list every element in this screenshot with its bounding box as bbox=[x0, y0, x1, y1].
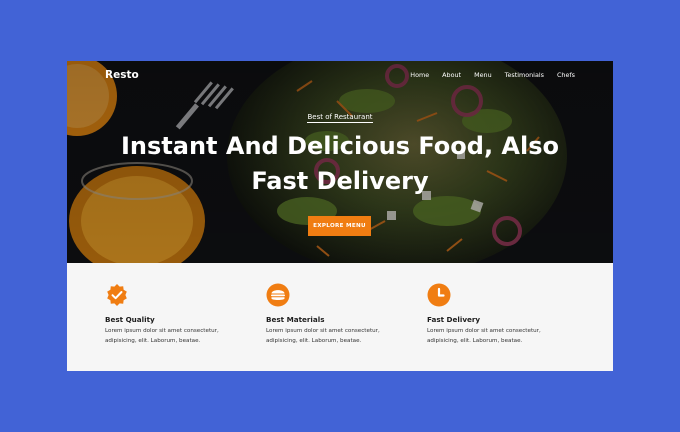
feature-fast-delivery: Fast Delivery Lorem ipsum dolor sit amet… bbox=[427, 283, 577, 346]
nav-menu: Home About Menu Testimonials Chefs bbox=[410, 71, 575, 79]
explore-menu-button[interactable]: EXPLORE MENU bbox=[308, 216, 371, 236]
top-nav: Resto Home About Menu Testimonials Chefs bbox=[67, 61, 613, 91]
feature-title: Fast Delivery bbox=[427, 315, 481, 324]
hero-eyebrow-text: Best of Restaurant bbox=[307, 113, 373, 123]
feature-description: Lorem ipsum dolor sit amet consectetur, … bbox=[266, 328, 380, 344]
feature-title: Best Materials bbox=[266, 315, 325, 324]
clock-icon bbox=[427, 283, 451, 307]
features-section: Best Quality Lorem ipsum dolor sit amet … bbox=[67, 263, 613, 371]
badge-check-icon bbox=[107, 284, 127, 306]
feature-best-quality: Best Quality Lorem ipsum dolor sit amet … bbox=[105, 283, 255, 346]
hero-section: Resto Home About Menu Testimonials Chefs… bbox=[67, 61, 613, 263]
nav-item-menu[interactable]: Menu bbox=[474, 71, 492, 79]
feature-best-materials: Best Materials Lorem ipsum dolor sit ame… bbox=[266, 283, 416, 346]
feature-title: Best Quality bbox=[105, 315, 155, 324]
hero-eyebrow: Best of Restaurant bbox=[67, 113, 613, 123]
nav-item-chefs[interactable]: Chefs bbox=[557, 71, 575, 79]
nav-item-testimonials[interactable]: Testimonials bbox=[505, 71, 544, 79]
brand-logo[interactable]: Resto bbox=[105, 69, 139, 81]
feature-description: Lorem ipsum dolor sit amet consectetur, … bbox=[105, 328, 219, 344]
nav-item-about[interactable]: About bbox=[442, 71, 461, 79]
nav-item-home[interactable]: Home bbox=[410, 71, 429, 79]
feature-description: Lorem ipsum dolor sit amet consectetur, … bbox=[427, 328, 541, 344]
landing-page-card: Resto Home About Menu Testimonials Chefs… bbox=[67, 61, 613, 371]
hero-headline: Instant And Delicious Food, Also Fast De… bbox=[120, 132, 560, 195]
burger-icon bbox=[266, 283, 290, 307]
